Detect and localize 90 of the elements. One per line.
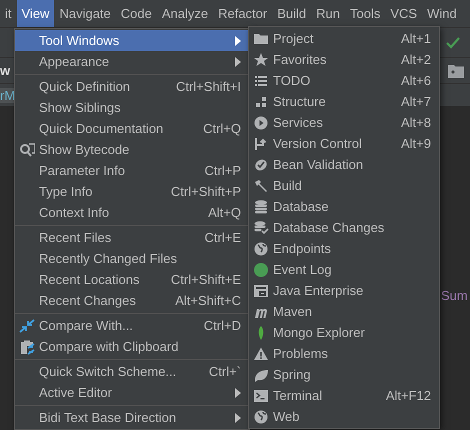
shortcut-label: Alt+Q	[208, 205, 241, 220]
menu-item[interactable]: Quick Switch Scheme... Ctrl+`	[15, 361, 249, 382]
bean-icon	[253, 156, 269, 172]
folder-icon	[448, 64, 464, 78]
menu-item[interactable]: Compare with Clipboard	[15, 336, 249, 357]
submenu-arrow-icon	[235, 388, 241, 398]
menu-bar-item[interactable]: Tools	[345, 0, 386, 27]
submenu-arrow-icon	[235, 412, 241, 422]
menu-item[interactable]: Event Log	[249, 259, 439, 280]
submenu-arrow-icon	[235, 56, 241, 66]
menu-bar-item[interactable]: Wind	[422, 0, 462, 27]
menu-item[interactable]: Project Alt+1	[249, 28, 439, 49]
menu-bar-item[interactable]: Code	[116, 0, 157, 27]
breadcrumb-item[interactable]: rM	[0, 88, 16, 102]
menu-item[interactable]: Tool Windows	[15, 30, 249, 51]
shortcut-label: Alt+Shift+C	[175, 293, 241, 308]
menu-bar-item[interactable]: Run	[311, 0, 346, 27]
menu-bar-item[interactable]: Build	[272, 0, 312, 27]
menu-item[interactable]: Database	[249, 196, 439, 217]
globe-icon	[253, 408, 269, 424]
warning-icon	[253, 346, 269, 362]
menu-item[interactable]: Spring	[249, 364, 439, 385]
shortcut-label: Ctrl+E	[204, 230, 241, 245]
menu-item[interactable]: Bean Validation	[249, 154, 439, 175]
menu-item[interactable]: Type Info Ctrl+Shift+P	[15, 181, 249, 202]
menu-bar-item[interactable]: Analyze	[156, 0, 214, 27]
menu-item[interactable]: Context Info Alt+Q	[15, 202, 249, 223]
branch-icon	[253, 136, 269, 152]
menu-item[interactable]: Services Alt+8	[249, 112, 439, 133]
menu-item[interactable]: Show Bytecode	[15, 139, 249, 160]
menu-item[interactable]: Favorites Alt+2	[249, 49, 439, 70]
window-grid-icon	[253, 282, 269, 298]
shortcut-label: Alt+9	[401, 136, 431, 151]
shortcut-label: Alt+6	[401, 73, 431, 88]
menu-item[interactable]: TODO Alt+6	[249, 70, 439, 91]
menu-item[interactable]: Web	[249, 406, 439, 427]
shortcut-label: Ctrl+Shift+E	[170, 272, 241, 287]
menu-item[interactable]: Appearance	[15, 51, 249, 72]
menu-item[interactable]: Structure Alt+7	[249, 91, 439, 112]
menu-bar-item[interactable]: VCS	[385, 0, 422, 27]
menu-bar-item[interactable]: Navigate	[54, 0, 116, 27]
menu-item[interactable]: Terminal Alt+F12	[249, 385, 439, 406]
shortcut-label: Ctrl+Q	[203, 121, 241, 136]
menu-bar-item[interactable]: Refactor	[213, 0, 272, 27]
shortcut-label: Alt+8	[401, 115, 431, 130]
shortcut-label: Alt+7	[401, 94, 431, 109]
menu-item[interactable]: Database Changes	[249, 217, 439, 238]
shortcut-label: Alt+F12	[386, 388, 431, 403]
shortcut-label: Ctrl+Shift+P	[170, 184, 241, 199]
star-icon	[253, 52, 269, 68]
shortcut-label: Ctrl+`	[208, 364, 241, 379]
menu-item[interactable]: Recent Changes Alt+Shift+C	[15, 290, 249, 311]
clipboard-compare-icon	[19, 338, 35, 354]
globe-icon	[253, 240, 269, 256]
shortcut-label: Ctrl+D	[204, 318, 241, 333]
circle-icon	[253, 262, 269, 278]
menu-item[interactable]: Bidi Text Base Direction	[15, 407, 249, 428]
menu-item[interactable]: Recent Locations Ctrl+Shift+E	[15, 269, 249, 290]
menu-item[interactable]: Mongo Explorer	[249, 322, 439, 343]
menu-item[interactable]: Recently Changed Files	[15, 248, 249, 269]
menu-item[interactable]: Version Control Alt+9	[249, 133, 439, 154]
shortcut-label: Ctrl+Shift+I	[176, 79, 241, 94]
menu-item[interactable]: Quick Definition Ctrl+Shift+I	[15, 76, 249, 97]
menu-item[interactable]: Active Editor	[15, 382, 249, 403]
menu-bar-item[interactable]: View	[16, 0, 54, 27]
shortcut-label: Alt+1	[401, 31, 431, 46]
menu-item[interactable]: Build	[249, 175, 439, 196]
menu-item[interactable]: Show Siblings	[15, 97, 249, 118]
database-icon	[253, 198, 269, 214]
menu-bar-item[interactable]: it	[0, 0, 16, 27]
menu-item[interactable]: Java Enterprise	[249, 280, 439, 301]
menu-item[interactable]: Compare With... Ctrl+D	[15, 315, 249, 336]
database-check-icon	[253, 220, 269, 236]
submenu-arrow-icon	[235, 36, 241, 46]
magnifier-icon	[19, 142, 35, 158]
check-icon[interactable]	[446, 36, 460, 48]
tab-label[interactable]: w	[0, 63, 10, 78]
menu-item[interactable]: Parameter Info Ctrl+P	[15, 160, 249, 181]
code-text: Sum	[441, 288, 468, 303]
terminal-icon	[253, 388, 269, 404]
menu-item[interactable]: Maven	[249, 301, 439, 322]
shortcut-label: Ctrl+P	[204, 163, 241, 178]
compare-arrows-icon	[19, 318, 35, 334]
shortcut-label: Alt+2	[401, 52, 431, 67]
play-circle-icon	[253, 114, 269, 130]
menu-item[interactable]: Endpoints	[249, 238, 439, 259]
menu-item[interactable]: Quick Documentation Ctrl+Q	[15, 118, 249, 139]
menu-item[interactable]: Problems	[249, 343, 439, 364]
menu-item[interactable]: Recent Files Ctrl+E	[15, 227, 249, 248]
hammer-icon	[253, 178, 269, 194]
